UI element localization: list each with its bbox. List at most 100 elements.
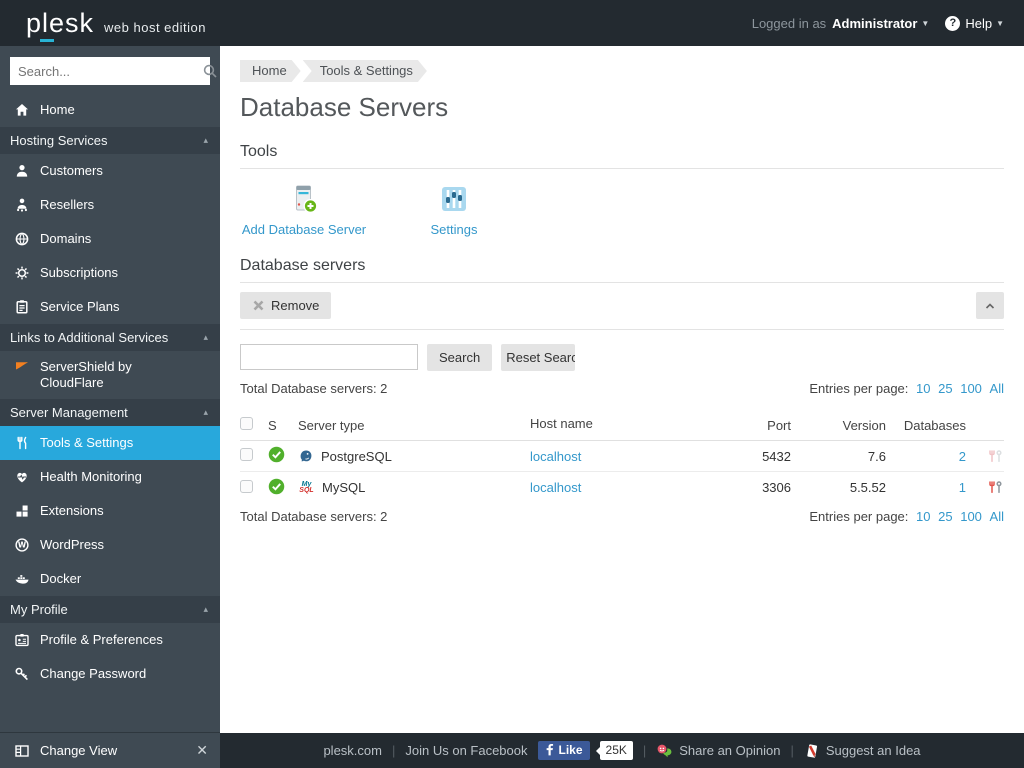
page-title: Database Servers bbox=[240, 92, 1004, 123]
reset-search-button[interactable]: Reset Search bbox=[501, 344, 575, 371]
version-value: 7.6 bbox=[791, 449, 886, 464]
help-label: Help bbox=[965, 16, 992, 31]
col-status[interactable]: S bbox=[268, 418, 298, 433]
sidebar-item-label: Health Monitoring bbox=[40, 469, 142, 485]
entries-label: Entries per page: bbox=[809, 381, 908, 396]
page-size-25[interactable]: 25 bbox=[938, 509, 952, 524]
sidebar-item-label: Home bbox=[40, 102, 75, 118]
col-host-name[interactable]: Host name bbox=[530, 416, 681, 434]
wordpress-icon: W bbox=[14, 537, 30, 553]
col-server-type[interactable]: Server type bbox=[298, 418, 530, 433]
sidebar-item-health-monitoring[interactable]: Health Monitoring bbox=[0, 460, 220, 494]
page-size-10[interactable]: 10 bbox=[916, 381, 930, 396]
close-icon[interactable]: ✕ bbox=[196, 742, 208, 759]
row-checkbox[interactable] bbox=[240, 448, 253, 461]
webadmin-tools-icon[interactable] bbox=[966, 479, 1004, 496]
search-button[interactable]: Search bbox=[427, 344, 492, 371]
sidebar-item-extensions[interactable]: Extensions bbox=[0, 494, 220, 528]
remove-button[interactable]: Remove bbox=[240, 292, 331, 319]
chevron-down-icon: ▼ bbox=[996, 19, 1004, 28]
tools-row: Add Database Server Settings bbox=[240, 183, 1004, 237]
top-bar: plesk web host edition Logged in as Admi… bbox=[0, 0, 1024, 46]
breadcrumb-tools-settings[interactable]: Tools & Settings bbox=[303, 60, 427, 82]
host-link[interactable]: localhost bbox=[530, 449, 581, 464]
sidebar-section-additional-services[interactable]: Links to Additional Services ▴ bbox=[0, 324, 220, 351]
sidebar-item-servershield[interactable]: ServerShield by CloudFlare bbox=[0, 351, 220, 399]
chevron-down-icon: ▼ bbox=[921, 19, 929, 28]
col-databases[interactable]: Databases bbox=[886, 418, 966, 433]
sidebar-item-home[interactable]: Home bbox=[0, 93, 220, 127]
databases-count-link[interactable]: 1 bbox=[959, 480, 966, 495]
chevron-up-icon: ▴ bbox=[203, 604, 208, 615]
sidebar-section-hosting-services[interactable]: Hosting Services ▴ bbox=[0, 127, 220, 154]
share-opinion-link[interactable]: Share an Opinion bbox=[656, 743, 780, 759]
filter-input[interactable] bbox=[240, 344, 418, 370]
postgresql-icon bbox=[298, 448, 314, 464]
plesk-logo[interactable]: plesk web host edition bbox=[26, 10, 206, 37]
search-icon[interactable] bbox=[202, 63, 218, 79]
sidebar-item-label: Tools & Settings bbox=[40, 435, 133, 451]
sidebar-item-resellers[interactable]: Resellers bbox=[0, 188, 220, 222]
totals-row-top: Total Database servers: 2 Entries per pa… bbox=[240, 381, 1004, 396]
table-row-mysql: My SQL MySQL localhost 3306 5.5.52 1 bbox=[240, 472, 1004, 503]
remove-cross-icon bbox=[252, 299, 265, 312]
search-input[interactable] bbox=[10, 58, 202, 84]
sidebar-item-customers[interactable]: Customers bbox=[0, 154, 220, 188]
svg-text:W: W bbox=[18, 541, 27, 550]
select-all-checkbox[interactable] bbox=[240, 417, 253, 430]
sidebar-item-label: Docker bbox=[40, 571, 81, 587]
help-icon: ? bbox=[945, 16, 960, 31]
sidebar-item-service-plans[interactable]: Service Plans bbox=[0, 290, 220, 324]
sidebar-item-domains[interactable]: Domains bbox=[0, 222, 220, 256]
person-icon bbox=[14, 163, 30, 179]
sidebar-section-my-profile[interactable]: My Profile ▴ bbox=[0, 596, 220, 623]
reseller-icon bbox=[14, 197, 30, 213]
page-size-all[interactable]: All bbox=[990, 381, 1004, 396]
host-link[interactable]: localhost bbox=[530, 480, 581, 495]
page-size-25[interactable]: 25 bbox=[938, 381, 952, 396]
sidebar-item-tools-settings[interactable]: Tools & Settings bbox=[0, 426, 220, 460]
user-menu[interactable]: Logged in as Administrator ▼ bbox=[752, 16, 930, 31]
id-card-icon bbox=[14, 632, 30, 648]
entries-label: Entries per page: bbox=[809, 509, 908, 524]
heart-pulse-icon bbox=[14, 469, 30, 485]
table-header-row: S Server type Host name Port Version Dat… bbox=[240, 410, 1004, 441]
sidebar-item-change-view[interactable]: Change View ✕ bbox=[0, 732, 220, 768]
row-checkbox[interactable] bbox=[240, 480, 253, 493]
sidebar-item-subscriptions[interactable]: Subscriptions bbox=[0, 256, 220, 290]
sidebar-item-change-password[interactable]: Change Password bbox=[0, 657, 220, 691]
page-size-all[interactable]: All bbox=[990, 509, 1004, 524]
add-database-server-button[interactable]: Add Database Server bbox=[240, 183, 368, 237]
key-icon bbox=[14, 666, 30, 682]
total-count-label: Total Database servers: 2 bbox=[240, 381, 387, 396]
page-size-100[interactable]: 100 bbox=[960, 381, 982, 396]
facebook-like-button[interactable]: Like bbox=[538, 741, 590, 760]
col-port[interactable]: Port bbox=[681, 418, 791, 433]
plesk-com-link[interactable]: plesk.com bbox=[323, 743, 382, 758]
breadcrumb-home[interactable]: Home bbox=[240, 60, 301, 82]
webadmin-tools-icon[interactable] bbox=[966, 448, 1004, 465]
col-version[interactable]: Version bbox=[791, 418, 886, 433]
status-ok-icon bbox=[268, 478, 298, 498]
help-menu[interactable]: ? Help ▼ bbox=[945, 16, 1004, 31]
databases-count-link[interactable]: 2 bbox=[959, 449, 966, 464]
collapse-list-button[interactable] bbox=[976, 292, 1004, 319]
sidebar-item-label: Customers bbox=[40, 163, 103, 179]
add-database-server-icon bbox=[288, 183, 320, 215]
main-content: Home Tools & Settings Database Servers T… bbox=[220, 46, 1024, 733]
remove-label: Remove bbox=[271, 298, 319, 313]
sidebar-item-docker[interactable]: Docker bbox=[0, 562, 220, 596]
sidebar-item-label: ServerShield by CloudFlare bbox=[40, 359, 190, 392]
sidebar-section-server-management[interactable]: Server Management ▴ bbox=[0, 399, 220, 426]
page-size-100[interactable]: 100 bbox=[960, 509, 982, 524]
sidebar-item-profile-preferences[interactable]: Profile & Preferences bbox=[0, 623, 220, 657]
sidebar-item-wordpress[interactable]: W WordPress bbox=[0, 528, 220, 562]
suggest-idea-link[interactable]: Suggest an Idea bbox=[804, 743, 921, 759]
database-servers-table: S Server type Host name Port Version Dat… bbox=[240, 410, 1004, 503]
page-size-10[interactable]: 10 bbox=[916, 509, 930, 524]
facebook-link[interactable]: Join Us on Facebook bbox=[405, 743, 527, 758]
suggest-idea-label: Suggest an Idea bbox=[826, 743, 921, 758]
tool-label: Add Database Server bbox=[242, 222, 366, 237]
settings-button[interactable]: Settings bbox=[390, 183, 518, 237]
sidebar-item-label: WordPress bbox=[40, 537, 104, 553]
